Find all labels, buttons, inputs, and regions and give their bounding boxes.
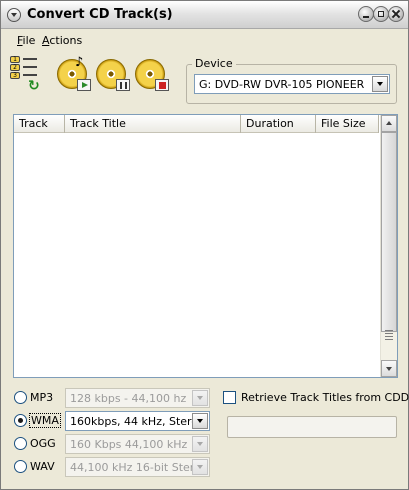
cddb-label[interactable]: Retrieve Track Titles from CDDB <box>241 391 409 404</box>
track-list[interactable]: Track Track Title Duration File Size <box>13 114 398 378</box>
chevron-down-icon[interactable] <box>192 413 208 429</box>
menu-file[interactable]: File <box>17 34 35 47</box>
music-note-icon: ♪ <box>75 55 84 70</box>
column-track[interactable]: Track <box>14 115 65 133</box>
device-value: G: DVD-RW DVR-105 PIONEER <box>199 78 365 91</box>
stop-button[interactable] <box>135 55 169 91</box>
window-title: Convert CD Track(s) <box>27 7 173 22</box>
vertical-scrollbar[interactable] <box>380 115 397 377</box>
wav-quality-select: 44,100 kHz 16-bit Stereo <box>65 457 210 477</box>
mp3-quality-select: 128 kbps - 44,100 hz <box>65 388 210 408</box>
maximize-button[interactable] <box>373 6 389 22</box>
scroll-down-button[interactable] <box>381 360 397 377</box>
title-bar[interactable]: Convert CD Track(s) <box>1 1 408 29</box>
cddb-checkbox[interactable] <box>223 391 236 404</box>
menu-bar: File Actions <box>1 30 408 50</box>
wma-quality-select[interactable]: 160kbps, 44 kHz, Stereo, CBR <box>65 411 210 431</box>
column-duration[interactable]: Duration <box>241 115 316 133</box>
wav-radio[interactable] <box>14 460 27 473</box>
column-track-title[interactable]: Track Title <box>65 115 241 133</box>
column-file-size[interactable]: File Size <box>316 115 379 133</box>
ogg-radio[interactable] <box>14 437 27 450</box>
mp3-radio[interactable] <box>14 391 27 404</box>
close-button[interactable] <box>388 6 404 22</box>
maximize-icon <box>378 11 384 17</box>
scroll-thumb[interactable] <box>381 132 397 332</box>
play-button[interactable]: ♪ <box>57 55 91 91</box>
minimize-icon <box>363 11 369 18</box>
progress-bar <box>227 416 397 438</box>
track-list-button[interactable]: 1 2 3 ↻ <box>10 56 42 94</box>
pause-button[interactable] <box>96 55 130 91</box>
track-list-header: Track Track Title Duration File Size <box>14 115 379 133</box>
refresh-arrow-icon: ↻ <box>28 78 40 94</box>
chevron-down-icon <box>192 436 208 452</box>
menu-actions[interactable]: Actions <box>42 34 82 47</box>
wav-label[interactable]: WAV <box>30 460 55 473</box>
pause-icon <box>120 82 127 89</box>
close-icon <box>389 7 403 21</box>
wma-label[interactable]: WMA <box>29 413 61 428</box>
ogg-label[interactable]: OGG <box>30 437 56 450</box>
wma-radio[interactable] <box>14 414 27 427</box>
mp3-label[interactable]: MP3 <box>30 391 53 404</box>
device-label: Device <box>192 57 236 70</box>
chevron-down-icon <box>192 390 208 406</box>
device-select[interactable]: G: DVD-RW DVR-105 PIONEER <box>194 74 390 94</box>
scroll-up-button[interactable] <box>381 115 397 132</box>
chevron-down-icon[interactable] <box>372 76 388 92</box>
convert-window: Convert CD Track(s) File Actions 1 2 3 ↻… <box>0 0 409 490</box>
minimize-button[interactable] <box>358 6 374 22</box>
chevron-down-icon <box>192 459 208 475</box>
play-icon <box>82 82 88 88</box>
ogg-quality-select: 160 Kbps 44,100 kHz <box>65 434 210 454</box>
stop-icon <box>159 82 166 89</box>
resize-grip-icon <box>385 330 393 340</box>
window-menu-icon[interactable] <box>7 8 21 22</box>
